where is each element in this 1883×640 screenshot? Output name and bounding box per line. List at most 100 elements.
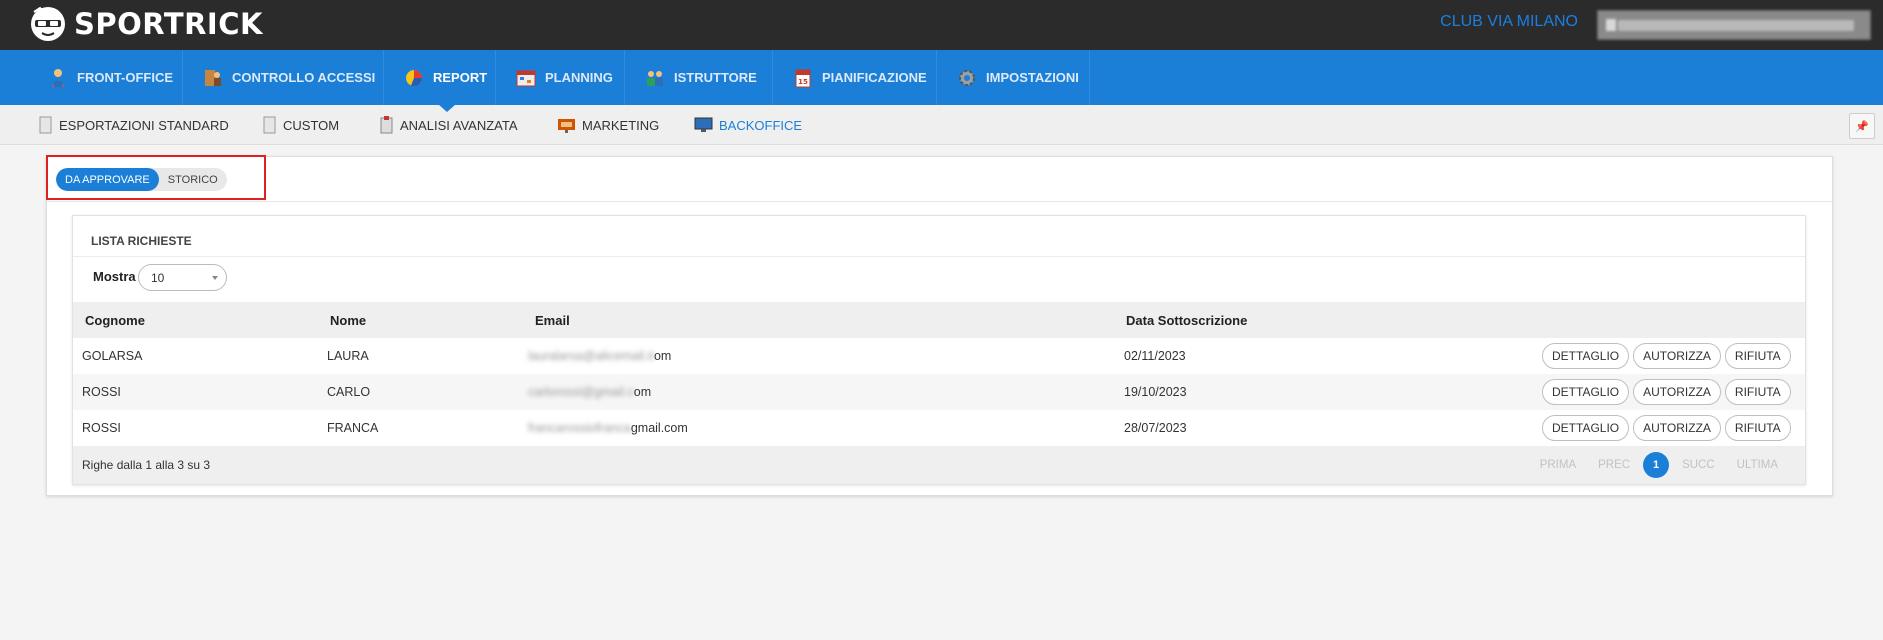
table-row: ROSSI CARLO carlorossi@gmail.c om 19/10/2… <box>73 374 1805 410</box>
nav-label: PIANIFICAZIONE <box>822 70 927 85</box>
user-account-box[interactable] <box>1597 10 1871 40</box>
rifiuta-button[interactable]: RIFIUTA <box>1724 415 1791 441</box>
user-icon <box>1606 19 1616 31</box>
dettaglio-button[interactable]: DETTAGLIO <box>1542 379 1630 405</box>
document-icon <box>262 116 277 134</box>
column-header-nome[interactable]: Nome <box>330 313 366 328</box>
email-suffix: om <box>653 349 672 363</box>
document-icon <box>38 116 53 134</box>
email-suffix: gmail.com <box>630 421 688 435</box>
nav-front-office[interactable]: FRONT-OFFICE <box>29 50 183 105</box>
nav-label: REPORT <box>433 70 488 85</box>
cell-data: 19/10/2023 <box>1124 385 1187 399</box>
cell-nome: LAURA <box>327 349 369 363</box>
show-label: Mostra <box>93 269 136 284</box>
cell-data: 28/07/2023 <box>1124 421 1187 435</box>
instructor-icon <box>644 67 666 89</box>
nav-label: ISTRUTTORE <box>674 70 757 85</box>
subnav-label: MARKETING <box>582 117 660 133</box>
divider <box>73 256 1805 257</box>
main-nav: FRONT-OFFICE CONTROLLO ACCESSI REPORT PL… <box>0 50 1883 105</box>
pager-last[interactable]: ULTIMA <box>1737 459 1778 471</box>
rifiuta-button[interactable]: RIFIUTA <box>1724 379 1791 405</box>
nav-label: IMPOSTAZIONI <box>986 70 1079 85</box>
autorizza-button[interactable]: AUTORIZZA <box>1633 343 1721 369</box>
autorizza-button[interactable]: AUTORIZZA <box>1633 415 1721 441</box>
nav-label: FRONT-OFFICE <box>77 70 174 85</box>
tab-da-approvare[interactable]: DA APPROVARE <box>56 168 159 191</box>
nav-impostazioni[interactable]: IMPOSTAZIONI <box>938 50 1090 105</box>
tab-storico[interactable]: STORICO <box>159 168 227 191</box>
email-redacted: lauralarsa@alicemail.it <box>528 349 654 363</box>
cell-data: 02/11/2023 <box>1124 349 1186 363</box>
table-footer: Righe dalla 1 alla 3 su 3 PRIMA PREC 1 S… <box>73 446 1805 484</box>
email-redacted: francarossiofranca <box>528 421 631 435</box>
person-icon <box>47 67 69 89</box>
subnav-esportazioni-standard[interactable]: ESPORTAZIONI STANDARD <box>38 105 229 145</box>
subnav-backoffice[interactable]: BACKOFFICE <box>694 105 802 145</box>
column-header-cognome[interactable]: Cognome <box>85 313 145 328</box>
cell-cognome: GOLARSA <box>82 349 143 363</box>
user-email-redacted <box>1618 20 1854 31</box>
pager-next[interactable]: SUCC <box>1682 459 1715 471</box>
table-row: ROSSI FRANCA francarossiofranca gmail.com… <box>73 410 1805 446</box>
email-suffix: om <box>633 385 652 399</box>
sportrick-logo-icon <box>31 6 65 41</box>
subnav-marketing[interactable]: MARKETING <box>557 105 659 145</box>
column-header-email[interactable]: Email <box>535 313 570 328</box>
subnav-label: BACKOFFICE <box>719 117 803 133</box>
pie-chart-icon <box>403 67 425 89</box>
pager-prev[interactable]: PREC <box>1598 459 1630 471</box>
club-name[interactable]: CLUB VIA MILANO <box>1440 13 1578 31</box>
subnav-label: ANALISI AVANZATA <box>400 117 518 133</box>
cell-email: carlorossi@gmail.c om <box>528 374 651 410</box>
card-title: LISTA RICHIESTE <box>91 234 192 248</box>
active-nav-caret <box>438 104 456 112</box>
pin-button[interactable]: 📌 <box>1849 113 1875 139</box>
cell-email: francarossiofranca gmail.com <box>528 410 688 446</box>
subnav-custom[interactable]: CUSTOM <box>262 105 339 145</box>
pager-first[interactable]: PRIMA <box>1540 459 1576 471</box>
pagination: PRIMA PREC 1 SUCC ULTIMA <box>1529 452 1789 478</box>
marketing-icon <box>557 116 576 134</box>
access-control-icon <box>202 67 224 89</box>
app-logo[interactable]: SPORTRICK <box>26 2 263 46</box>
nav-label: CONTROLLO ACCESSI <box>232 70 376 85</box>
autorizza-button[interactable]: AUTORIZZA <box>1633 379 1721 405</box>
nav-istruttore[interactable]: ISTRUTTORE <box>626 50 773 105</box>
table-row: GOLARSA LAURA lauralarsa@alicemail.it om … <box>73 338 1805 374</box>
nav-planning[interactable]: PLANNING <box>497 50 625 105</box>
table-header: Cognome Nome Email Data Sottoscrizione <box>73 302 1805 338</box>
nav-label: PLANNING <box>545 70 613 85</box>
rifiuta-button[interactable]: RIFIUTA <box>1724 343 1791 369</box>
cell-nome: FRANCA <box>327 421 379 435</box>
cell-nome: CARLO <box>327 385 371 399</box>
gear-icon <box>956 67 978 89</box>
nav-report[interactable]: REPORT <box>385 50 496 105</box>
top-bar: SPORTRICK CLUB VIA MILANO <box>0 0 1883 50</box>
subnav-label: ESPORTAZIONI STANDARD <box>59 117 229 133</box>
email-redacted: carlorossi@gmail.c <box>528 385 634 399</box>
cell-cognome: ROSSI <box>82 421 121 435</box>
dettaglio-button[interactable]: DETTAGLIO <box>1542 343 1630 369</box>
page-size-select[interactable]: 10 <box>138 264 227 291</box>
column-header-data[interactable]: Data Sottoscrizione <box>1126 313 1247 328</box>
row-actions: DETTAGLIO AUTORIZZA RIFIUTA <box>1542 415 1795 441</box>
monitor-icon <box>694 116 713 134</box>
subnav-label: CUSTOM <box>283 117 340 133</box>
page-size-value: 10 <box>151 270 165 285</box>
row-actions: DETTAGLIO AUTORIZZA RIFIUTA <box>1542 379 1795 405</box>
sub-nav: ESPORTAZIONI STANDARD CUSTOM ANALISI AVA… <box>0 105 1883 145</box>
rows-info: Righe dalla 1 alla 3 su 3 <box>82 458 211 472</box>
nav-pianificazione[interactable]: 15 PIANIFICAZIONE <box>774 50 937 105</box>
calendar-icon: 15 <box>792 67 814 89</box>
pager-current-page[interactable]: 1 <box>1643 452 1670 478</box>
chevron-down-icon <box>212 276 218 280</box>
dettaglio-button[interactable]: DETTAGLIO <box>1542 415 1630 441</box>
clipboard-icon <box>379 116 394 134</box>
app-name: SPORTRICK <box>74 7 263 41</box>
cell-cognome: ROSSI <box>82 385 121 399</box>
requests-card: LISTA RICHIESTE Mostra 10 Cognome Nome E… <box>72 215 1806 485</box>
pin-icon: 📌 <box>1855 120 1869 133</box>
nav-controllo-accessi[interactable]: CONTROLLO ACCESSI <box>184 50 384 105</box>
